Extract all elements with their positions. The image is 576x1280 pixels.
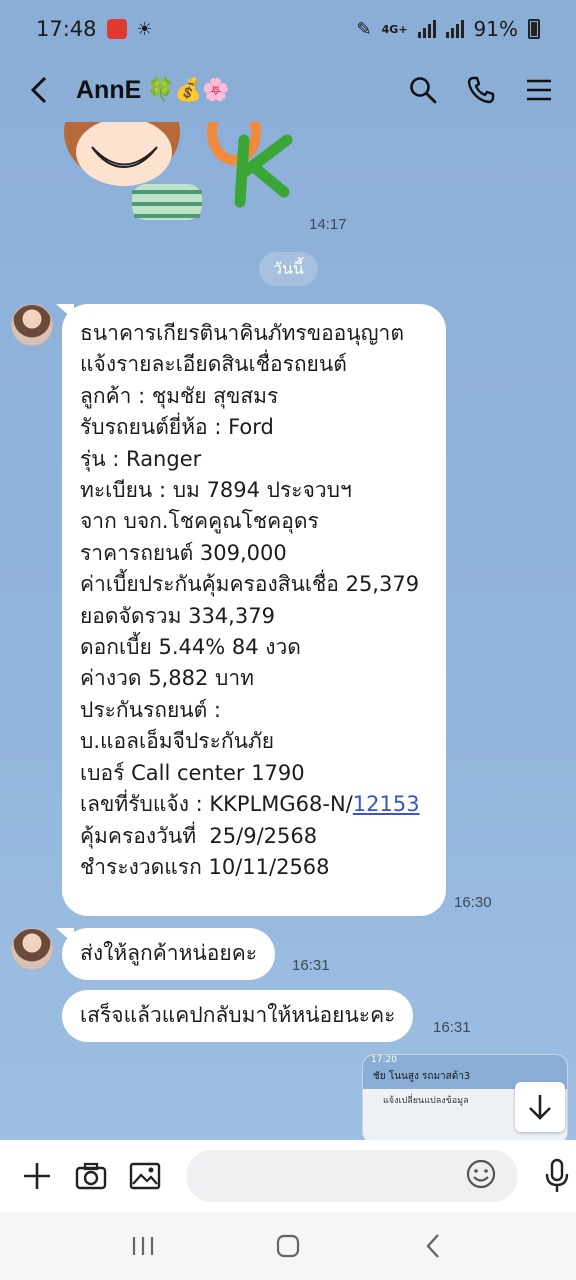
hamburger-menu-icon	[527, 79, 551, 101]
message-bubble[interactable]: ส่งให้ลูกค้าหน่อยคะ	[62, 928, 276, 980]
message-line: บ.แอลเอ็มจีประกันภัย	[80, 729, 275, 754]
message-line: ยอดจัดรวม 334,379	[80, 603, 275, 628]
scroll-to-bottom-button[interactable]	[515, 1082, 565, 1132]
back-button[interactable]	[22, 70, 56, 110]
signal-icon-2	[445, 20, 464, 38]
emoji-button[interactable]	[465, 1158, 497, 1190]
plus-icon	[24, 1163, 50, 1189]
notification-app-icon	[106, 19, 127, 39]
battery-percent: 91%	[473, 17, 518, 41]
claim-number-line: เลขที่รับแจ้ง : KKPLMG68-N/12153	[80, 789, 428, 820]
chat-header: AnnE 🍀💰🌸	[0, 58, 576, 122]
ok-sticker-image	[64, 122, 293, 220]
message-time: 16:31	[433, 1019, 471, 1036]
status-bar: 17:48 ☀ ✎ 4G+ 91%	[0, 0, 576, 58]
message-line: ธนาคารเกียรตินาคินภัทรขออนุญาต	[80, 321, 404, 345]
message-bubble[interactable]: ธนาคารเกียรตินาคินภัทรขออนุญาต แจ้งรายละ…	[62, 304, 446, 916]
avatar[interactable]	[11, 928, 53, 970]
chevron-left-icon	[426, 1234, 440, 1258]
message-line: ลูกค้า : ชุมชัย สุขสมร	[80, 383, 279, 408]
back-nav-button[interactable]	[413, 1226, 453, 1266]
message-input-bar	[0, 1140, 576, 1212]
camera-icon	[75, 1162, 107, 1190]
message-line: คุ้มครองวันที่ 25/9/2568	[80, 823, 318, 848]
preview-status: 17:20	[363, 1055, 567, 1069]
message-line: ราคารถยนต์ 309,000	[80, 540, 287, 565]
claim-number-link[interactable]: 12153	[353, 792, 420, 816]
message-line: ค่างวด 5,882 บาท	[80, 666, 254, 691]
recent-apps-button[interactable]	[123, 1226, 163, 1266]
voice-button[interactable]	[542, 1158, 572, 1194]
gallery-button[interactable]	[128, 1159, 162, 1193]
phone-icon	[467, 76, 495, 104]
chat-area[interactable]: 14:17 วันนี้ ธนาคารเกียรตินาคินภัทรขออนุ…	[0, 122, 576, 1140]
date-separator: วันนี้	[259, 252, 318, 286]
chat-title[interactable]: AnnE 🍀💰🌸	[76, 76, 229, 105]
message-line: แจ้งรายละเอียดสินเชื่อรถยนต์	[80, 352, 347, 377]
camera-button[interactable]	[74, 1159, 108, 1193]
message-line: ค่าเบี้ยประกันคุ้มครองสินเชื่อ 25,379	[80, 572, 420, 597]
title-emoji: 🍀💰🌸	[147, 77, 230, 102]
pen-icon: ✎	[356, 18, 372, 40]
claim-prefix: เลขที่รับแจ้ง : KKPLMG68-N/	[80, 792, 353, 817]
battery-icon	[528, 19, 540, 39]
contact-name: AnnE	[76, 75, 142, 104]
sun-icon: ☀	[136, 18, 153, 40]
search-icon	[410, 77, 437, 104]
search-button[interactable]	[408, 75, 438, 105]
network-type: 4G+	[381, 22, 408, 36]
home-button[interactable]	[268, 1226, 308, 1266]
message-time: 14:17	[309, 216, 347, 233]
image-icon	[129, 1162, 161, 1190]
call-button[interactable]	[466, 75, 496, 105]
home-icon	[276, 1234, 300, 1258]
message-line: รับรถยนต์ยี่ห้อ : Ford	[80, 415, 274, 440]
message-bubble[interactable]: เสร็จแล้วแคปกลับมาให้หน่อยนะคะ	[62, 990, 414, 1042]
ok-sticker[interactable]	[62, 122, 302, 232]
message-line: เบอร์ Call center 1790	[80, 760, 305, 785]
message-line: ชำระงวดแรก 10/11/2568	[80, 854, 330, 879]
message-text: ส่งให้ลูกค้าหน่อยคะ	[80, 941, 258, 965]
message-time: 16:30	[454, 894, 492, 911]
message-text: เสร็จแล้วแคปกลับมาให้หน่อยนะคะ	[80, 1003, 396, 1027]
system-nav-bar	[0, 1212, 576, 1280]
message-line: ทะเบียน : บม 7894 ประจวบฯ	[80, 478, 352, 503]
chevron-left-icon	[30, 76, 47, 104]
arrow-down-icon	[529, 1095, 551, 1120]
menu-button[interactable]	[524, 75, 554, 105]
message-line: รุ่น : Ranger	[80, 446, 202, 471]
message-line: ดอกเบี้ย 5.44% 84 งวด	[80, 635, 301, 660]
signal-icon	[417, 20, 436, 38]
status-time: 17:48	[36, 17, 97, 41]
recent-apps-icon	[132, 1237, 153, 1255]
smiley-icon	[466, 1159, 496, 1189]
microphone-icon	[545, 1158, 569, 1192]
add-button[interactable]	[20, 1159, 54, 1193]
message-time: 16:31	[292, 957, 330, 974]
avatar[interactable]	[11, 304, 53, 346]
message-line: จาก บจก.โชคคูณโชคอุดร	[80, 509, 319, 534]
message-line: ประกันรถยนต์ :	[80, 697, 222, 722]
